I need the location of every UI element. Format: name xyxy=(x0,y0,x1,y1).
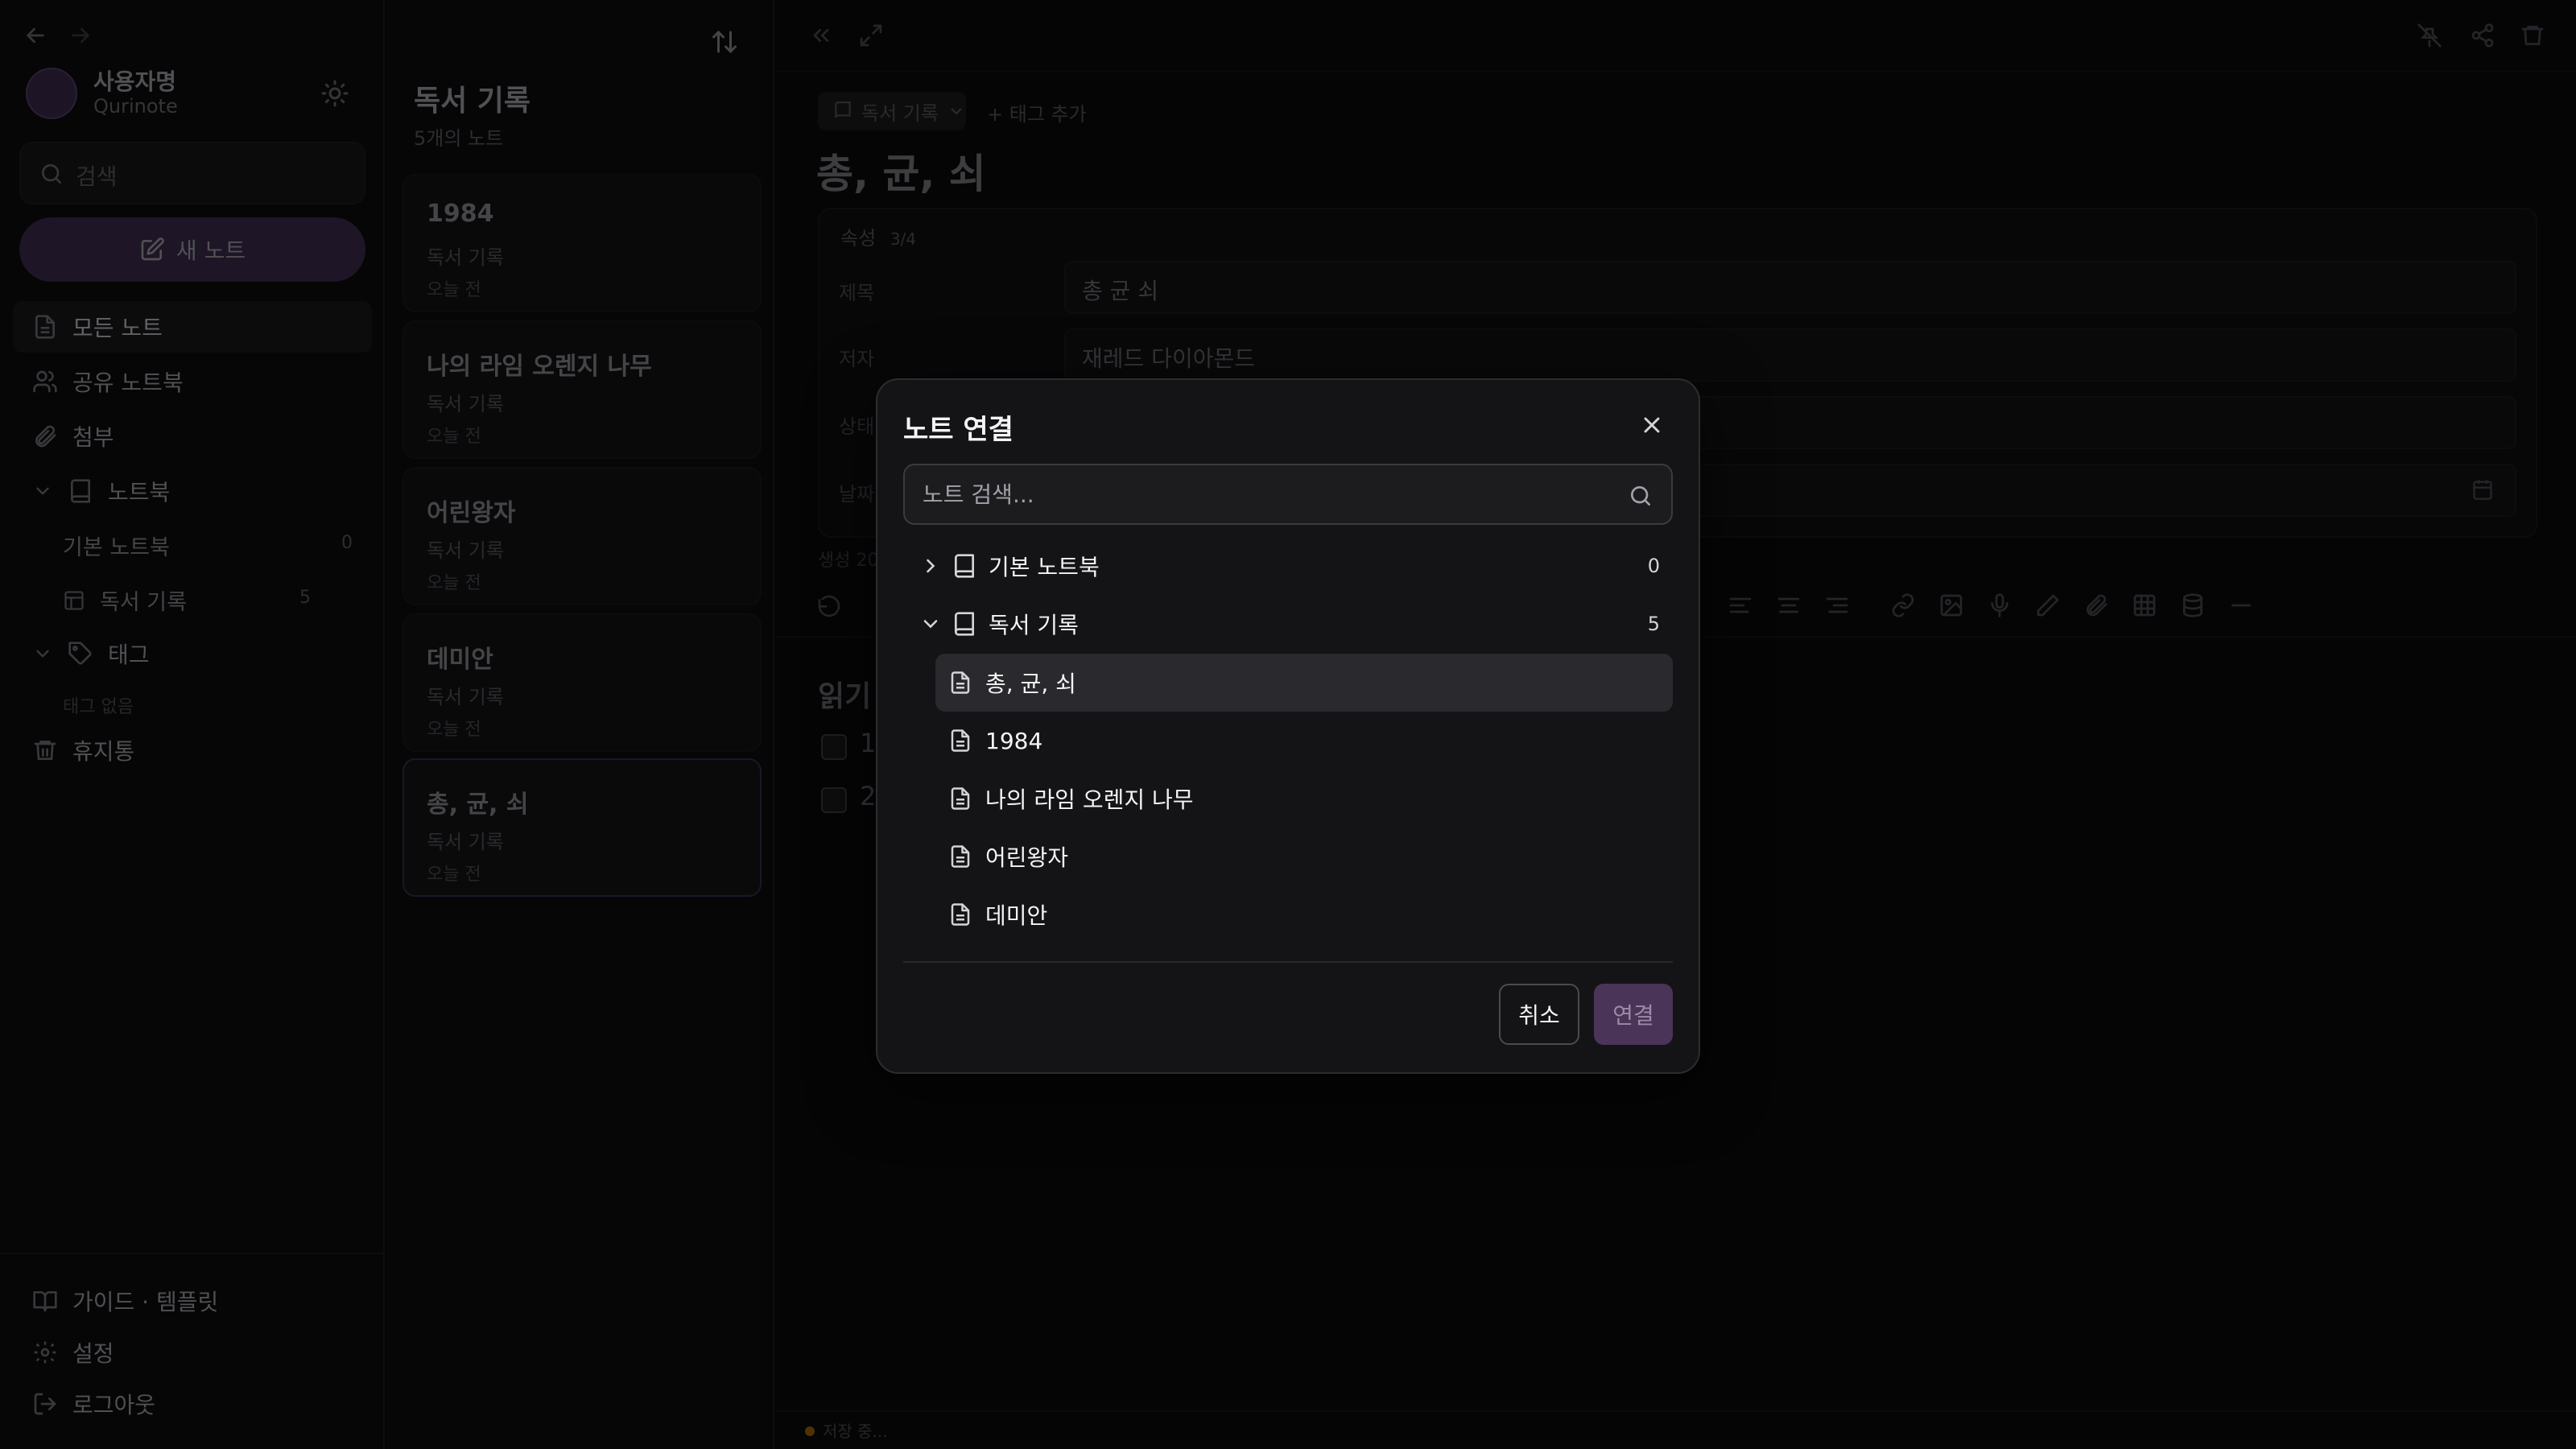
tree-note-item[interactable]: 어린왕자 xyxy=(935,828,1673,886)
tree-note-label: 나의 라임 오렌지 나무 xyxy=(985,786,1194,813)
book-icon xyxy=(952,553,977,579)
cancel-button[interactable]: 취소 xyxy=(1499,984,1579,1045)
note-search-field[interactable] xyxy=(903,464,1673,525)
close-icon[interactable] xyxy=(1639,412,1665,438)
note-search-input[interactable] xyxy=(923,477,1615,512)
tree-notebook-label: 독서 기록 xyxy=(989,612,1079,638)
tree-notebook-label: 기본 노트북 xyxy=(989,554,1100,580)
file-text-icon xyxy=(948,729,972,753)
chevron-down-icon[interactable] xyxy=(919,613,942,635)
tree-notebook-count: 0 xyxy=(1647,555,1660,577)
tree-notebook-reading[interactable]: 독서 기록 5 xyxy=(903,597,1673,650)
file-text-icon xyxy=(948,902,972,927)
tree-note-label: 데미안 xyxy=(985,902,1048,929)
tree-note-item-selected[interactable]: 총, 균, 쇠 xyxy=(935,654,1673,712)
tree-note-item[interactable]: 나의 라임 오렌지 나무 xyxy=(935,770,1673,828)
tree-note-label: 1984 xyxy=(985,727,1043,754)
chevron-right-icon[interactable] xyxy=(919,555,942,577)
tree-notebook-count: 5 xyxy=(1647,613,1660,635)
file-text-icon xyxy=(948,671,972,695)
search-icon xyxy=(1628,483,1653,509)
book-icon xyxy=(952,611,977,637)
tree-note-item[interactable]: 1984 xyxy=(935,712,1673,770)
dialog-divider xyxy=(903,961,1673,963)
dialog-title: 노트 연결 xyxy=(903,414,1013,446)
link-confirm-button[interactable]: 연결 xyxy=(1594,984,1673,1045)
file-text-icon xyxy=(948,786,972,811)
file-text-icon xyxy=(948,844,972,869)
tree-note-item[interactable]: 데미안 xyxy=(935,886,1673,943)
tree-note-label: 어린왕자 xyxy=(985,844,1069,871)
tree-note-label: 총, 균, 쇠 xyxy=(985,671,1076,697)
tree-notebook-default[interactable]: 기본 노트북 0 xyxy=(903,539,1673,592)
